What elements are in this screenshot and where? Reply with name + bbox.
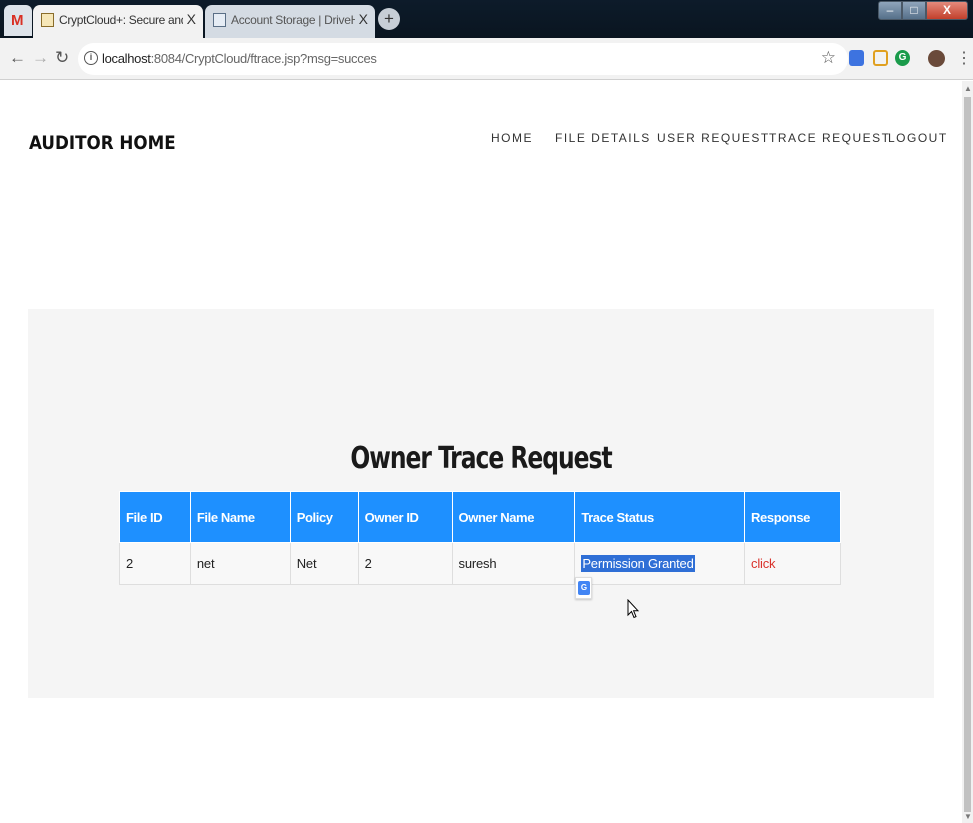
trace-panel: Owner Trace Request File ID File Name Po… <box>28 309 934 698</box>
nav-file-details[interactable]: FILE DETAILS <box>555 131 651 145</box>
mouse-cursor-icon <box>627 599 639 619</box>
extension-icon[interactable] <box>873 50 888 66</box>
table-header-row: File ID File Name Policy Owner ID Owner … <box>119 491 841 543</box>
cell-file-id: 2 <box>119 542 191 585</box>
scroll-down-arrow-icon[interactable]: ▼ <box>964 812 972 821</box>
cell-file-name: net <box>189 542 291 585</box>
back-arrow-icon[interactable]: ← <box>9 48 26 68</box>
url-text: localhost:8084/CryptCloud/ftrace.jsp?msg… <box>102 51 377 66</box>
browser-toolbar: ← → ↻ i localhost:8084/CryptCloud/ftrace… <box>0 38 973 80</box>
nav-home[interactable]: HOME <box>491 131 533 145</box>
response-link[interactable]: click <box>744 542 841 585</box>
vertical-scrollbar[interactable]: ▲ ▼ <box>962 81 973 823</box>
google-translate-icon: G <box>578 581 590 595</box>
gmail-icon: M <box>11 12 24 29</box>
cryptcloud-favicon-icon <box>41 13 54 27</box>
col-policy: Policy <box>289 491 359 543</box>
page-content: AUDITOR HOME HOME FILE DETAILS USER REQU… <box>0 81 962 823</box>
nav-logout[interactable]: LOGOUT <box>888 131 948 145</box>
tab-close-icon[interactable]: X <box>359 11 368 27</box>
nav-trace-request[interactable]: TRACE REQUEST <box>769 131 891 145</box>
site-info-icon[interactable]: i <box>84 51 98 65</box>
window-controls: – □ X <box>878 1 968 21</box>
translate-popup-button[interactable]: G <box>575 577 592 599</box>
tab-title: CryptCloud+: Secure and Expressive <box>59 13 183 27</box>
scroll-up-arrow-icon[interactable]: ▲ <box>964 84 972 93</box>
scrollbar-thumb[interactable] <box>964 97 971 812</box>
reload-icon[interactable]: ↻ <box>55 48 69 68</box>
minimize-button[interactable]: – <box>878 1 902 20</box>
browser-tab-bar: M CryptCloud+: Secure and Expressive X A… <box>0 0 973 38</box>
translate-extension-icon[interactable] <box>849 50 864 66</box>
col-owner-id: Owner ID <box>357 491 453 543</box>
col-file-id: File ID <box>119 491 191 543</box>
tab-close-icon[interactable]: X <box>187 11 196 27</box>
close-window-button[interactable]: X <box>926 1 968 20</box>
tab-drivehq[interactable]: Account Storage | DriveHQ X <box>205 5 375 38</box>
new-tab-button[interactable]: + <box>378 8 400 30</box>
table-row: 2 net Net 2 suresh Permission Granted cl… <box>119 542 841 585</box>
col-response: Response <box>744 491 841 543</box>
profile-avatar[interactable] <box>928 50 945 67</box>
bookmark-star-icon[interactable]: ☆ <box>821 48 836 68</box>
col-owner-name: Owner Name <box>451 491 576 543</box>
tab-title: Account Storage | DriveHQ <box>231 13 355 27</box>
forward-arrow-icon[interactable]: → <box>32 48 49 68</box>
cell-owner-name: suresh <box>451 542 576 585</box>
grammarly-icon[interactable]: G <box>895 50 910 66</box>
section-title: Owner Trace Request <box>350 441 612 477</box>
col-file-name: File Name <box>189 491 291 543</box>
trace-table: File ID File Name Policy Owner ID Owner … <box>119 491 841 585</box>
url-host: localhost <box>102 51 151 66</box>
brand-title: AUDITOR HOME <box>29 132 176 154</box>
cell-policy: Net <box>289 542 359 585</box>
maximize-button[interactable]: □ <box>902 1 926 20</box>
tab-cryptcloud[interactable]: CryptCloud+: Secure and Expressive X <box>33 5 203 38</box>
url-path: :8084/CryptCloud/ftrace.jsp?msg=succes <box>150 51 377 66</box>
drivehq-favicon-icon <box>213 13 226 27</box>
tab-gmail[interactable]: M <box>4 5 32 36</box>
menu-kebab-icon[interactable]: ⋮ <box>956 48 972 68</box>
col-trace-status: Trace Status <box>574 491 746 543</box>
trace-status-selected-text: Permission Granted <box>581 555 695 572</box>
cell-owner-id: 2 <box>357 542 453 585</box>
nav-user-request[interactable]: USER REQUEST <box>657 131 770 145</box>
address-bar[interactable]: i localhost:8084/CryptCloud/ftrace.jsp?m… <box>78 43 848 75</box>
cell-trace-status: Permission Granted <box>574 542 746 585</box>
